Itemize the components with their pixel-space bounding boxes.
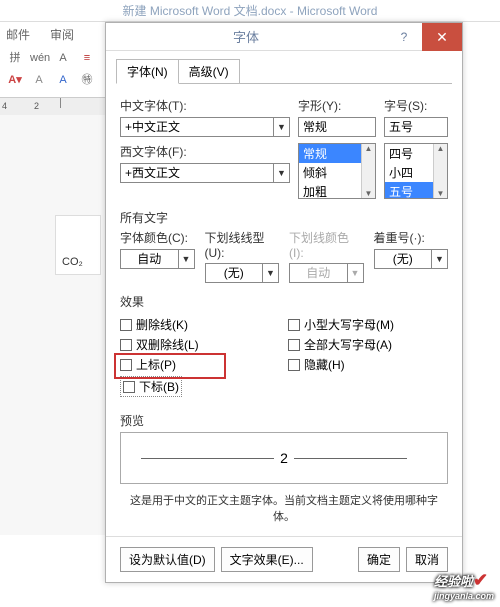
ok-label: 确定 [367,553,391,567]
cn-font-label: 中文字体(T): [120,97,290,114]
scrollbar[interactable]: ▲▼ [433,144,447,198]
dropdown-icon: ▼ [347,264,363,282]
highlight-icon[interactable]: A [30,71,48,89]
effects-label: 效果 [120,293,448,310]
uline-value: (无) [206,264,263,282]
all-text-label: 所有文字 [120,209,448,226]
strike-label: 删除线(K) [136,316,188,333]
dropdown-icon: ▼ [262,264,278,282]
style-listbox[interactable]: 常规 倾斜 加粗 ▲▼ [298,143,376,199]
style-input[interactable]: 常规 [298,117,376,137]
dropdown-icon: ▼ [273,164,289,182]
ribbon-tab-mail[interactable]: 邮件 [6,26,30,43]
char-border-icon[interactable]: wén [30,49,48,67]
allcaps-label: 全部大写字母(A) [304,336,392,353]
enclose-icon[interactable]: ㊕ [78,71,96,89]
close-button[interactable]: ✕ [422,23,462,51]
dstrike-label: 双删除线(L) [136,336,199,353]
ruler-mark-4: 4 [2,101,7,111]
scrollbar[interactable]: ▲▼ [361,144,375,198]
hidden-checkbox[interactable]: 隐藏(H) [288,356,448,373]
preview-box: 2 [120,432,448,484]
dropdown-icon: ▼ [431,250,447,268]
smallcaps-checkbox[interactable]: 小型大写字母(M) [288,316,448,333]
size-input[interactable]: 五号 [384,117,448,137]
font-a-icon[interactable]: A [54,49,72,67]
en-font-value: +西文正文 [121,164,273,182]
set-default-button[interactable]: 设为默认值(D) [120,547,215,572]
size-listbox[interactable]: 四号 小四 五号 ▲▼ [384,143,448,199]
cancel-button[interactable]: 取消 [406,547,448,572]
uline-color-select: 自动 ▼ [289,263,364,283]
pinyin-guide-icon[interactable]: 拼 [6,49,24,67]
emph-select[interactable]: (无) ▼ [374,249,449,269]
en-font-label: 西文字体(F): [120,143,290,160]
style-value: 常规 [299,118,375,136]
uline-select[interactable]: (无) ▼ [205,263,280,283]
font-dialog: 字体 ? ✕ 字体(N) 高级(V) 中文字体(T): +中文正文 ▼ 字形(Y… [105,22,463,583]
size-item-5[interactable]: 五号 [385,182,433,199]
ok-button[interactable]: 确定 [358,547,400,572]
smallcaps-label: 小型大写字母(M) [304,316,394,333]
emph-value: (无) [375,250,432,268]
dstrike-checkbox[interactable]: 双删除线(L) [120,336,280,353]
sub-label: 下标(B) [139,378,179,395]
color-value: 自动 [121,250,178,268]
hidden-label: 隐藏(H) [304,356,345,373]
emph-label: 着重号(·): [374,229,449,246]
size-label: 字号(S): [384,97,448,114]
allcaps-checkbox[interactable]: 全部大写字母(A) [288,336,448,353]
help-button[interactable]: ? [386,30,422,44]
uline-label: 下划线线型(U): [205,229,280,260]
document-area[interactable]: CO₂ [0,115,105,535]
preview-value: 2 [274,450,294,466]
cn-font-value: +中文正文 [121,118,273,136]
en-font-select[interactable]: +西文正文 ▼ [120,163,290,183]
style-item-regular[interactable]: 常规 [299,144,361,163]
uline-color-label: 下划线颜色(I): [289,229,364,260]
style-label: 字形(Y): [298,97,376,114]
style-item-bold[interactable]: 加粗 [299,182,361,199]
dropdown-icon: ▼ [273,118,289,136]
tab-font-label: 字体(N) [127,65,168,79]
app-title: 新建 Microsoft Word 文档.docx - Microsoft Wo… [123,4,378,18]
app-title-bar: 新建 Microsoft Word 文档.docx - Microsoft Wo… [0,0,500,22]
ribbon-tab-review[interactable]: 审阅 [50,26,74,43]
dropdown-icon: ▼ [178,250,194,268]
font-color-icon[interactable]: A▾ [6,71,24,89]
theme-note: 这是用于中文的正文主题字体。当前文档主题定义将使用哪种字体。 [120,492,448,524]
char-shading-icon[interactable]: A [54,71,72,89]
set-default-label: 设为默认值(D) [129,553,206,567]
watermark: 经验啦✔ jingyanla.com [434,570,494,601]
text-effects-label: 文字效果(E)... [230,553,304,567]
color-select[interactable]: 自动 ▼ [120,249,195,269]
watermark-text: 经验啦 [434,574,473,589]
text-effects-button[interactable]: 文字效果(E)... [221,547,313,572]
strike-checkbox[interactable]: 删除线(K) [120,316,280,333]
dialog-title: 字体 [106,27,386,46]
subscript-highlight-box [114,353,226,379]
size-value: 五号 [385,118,447,136]
cn-font-select[interactable]: +中文正文 ▼ [120,117,290,137]
ruler-mark-2: 2 [34,101,39,111]
check-icon: ✔ [473,570,488,590]
size-item-s4[interactable]: 小四 [385,163,433,182]
subscript-checkbox[interactable]: 下标(B) [120,376,182,397]
cancel-label: 取消 [415,553,439,567]
uline-color-value: 自动 [290,264,347,282]
ruler[interactable]: 4 2 [0,97,105,115]
tab-advanced[interactable]: 高级(V) [178,59,240,84]
doc-text: CO₂ [62,256,83,268]
style-item-italic[interactable]: 倾斜 [299,163,361,182]
size-item-4[interactable]: 四号 [385,144,433,163]
tab-font[interactable]: 字体(N) [116,59,179,84]
tab-advanced-label: 高级(V) [189,65,229,79]
preview-label: 预览 [120,412,448,429]
page: CO₂ [55,215,101,275]
bullets-icon[interactable]: ≡ [78,49,96,67]
color-label: 字体颜色(C): [120,229,195,246]
